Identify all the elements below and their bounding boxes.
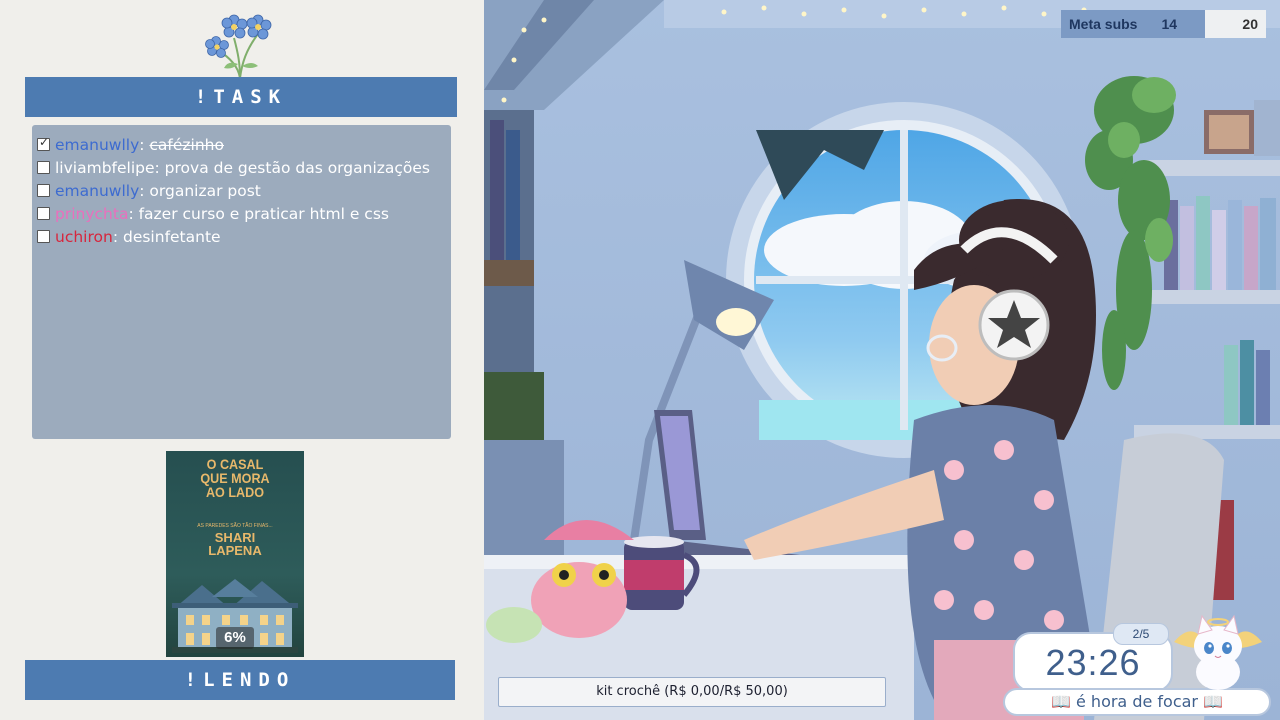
task-header: !TASK bbox=[25, 77, 457, 117]
task-item: liviambfelipe: prova de gestão das organ… bbox=[36, 156, 451, 179]
book-progress: 6% bbox=[216, 627, 254, 649]
sub-goal-current: 14 bbox=[1161, 16, 1178, 32]
book-title-line: QUE MORA bbox=[200, 470, 270, 486]
book-subtitle: AS PAREDES SÃO TÃO FINAS... bbox=[197, 523, 273, 529]
checkbox-icon[interactable] bbox=[37, 161, 50, 174]
reading-header: !LENDO bbox=[25, 660, 455, 700]
task-user: emanuwlly bbox=[55, 135, 140, 154]
timer-time: 23:26 bbox=[1045, 642, 1141, 683]
task-item: emanuwlly: cafézinho bbox=[36, 133, 451, 156]
pomodoro-count: 2/5 bbox=[1113, 623, 1169, 645]
task-text: prova de gestão das organizações bbox=[164, 158, 431, 177]
donation-goal-bar: kit crochê (R$ 0,00/R$ 50,00) bbox=[498, 677, 886, 707]
sub-goal-bar: Meta subs 14 20 bbox=[1061, 10, 1266, 38]
left-panel: !TASK emanuwlly: cafézinho liviambfelipe… bbox=[0, 0, 484, 720]
flower-icon bbox=[205, 14, 272, 79]
lofi-scene bbox=[484, 0, 1280, 720]
task-text: fazer curso e praticar html e css bbox=[138, 204, 389, 223]
task-item: prinychta: fazer curso e praticar html e… bbox=[36, 202, 451, 225]
sub-goal-fill: Meta subs 14 bbox=[1061, 10, 1205, 38]
task-user: emanuwlly bbox=[55, 181, 140, 200]
checkbox-icon[interactable] bbox=[37, 230, 50, 243]
task-user: prinychta bbox=[55, 204, 129, 223]
room-illustration bbox=[484, 0, 1280, 720]
book-author-line: LAPENA bbox=[208, 543, 262, 558]
book-title-line: AO LADO bbox=[205, 484, 265, 500]
book-title-line: O CASAL bbox=[206, 456, 264, 472]
task-user: liviambfelipe bbox=[55, 158, 155, 177]
task-text: organizar post bbox=[149, 181, 261, 200]
task-text: cafézinho bbox=[149, 135, 224, 154]
checkbox-icon[interactable] bbox=[37, 184, 50, 197]
task-separator: : bbox=[139, 181, 150, 200]
task-separator: : bbox=[112, 227, 123, 246]
book-title: O CASAL QUE MORA AO LADO bbox=[173, 457, 297, 499]
task-separator: : bbox=[139, 135, 150, 154]
sub-goal-label: Meta subs bbox=[1069, 16, 1138, 32]
focus-message: 📖 é hora de focar 📖 bbox=[1003, 688, 1271, 716]
cat-mascot bbox=[1174, 614, 1262, 690]
task-item: uchiron: desinfetante bbox=[36, 225, 451, 248]
task-text: desinfetante bbox=[122, 227, 221, 246]
task-user: uchiron bbox=[55, 227, 113, 246]
task-list-panel: emanuwlly: cafézinho liviambfelipe: prov… bbox=[32, 125, 451, 439]
checkbox-icon[interactable] bbox=[37, 135, 50, 151]
sub-goal-target: 20 bbox=[1204, 10, 1266, 38]
task-item: emanuwlly: organizar post bbox=[36, 179, 451, 202]
task-separator: : bbox=[128, 204, 139, 223]
task-separator: : bbox=[154, 158, 165, 177]
book-author: SHARI LAPENA bbox=[166, 531, 304, 557]
checkbox-icon[interactable] bbox=[37, 207, 50, 220]
